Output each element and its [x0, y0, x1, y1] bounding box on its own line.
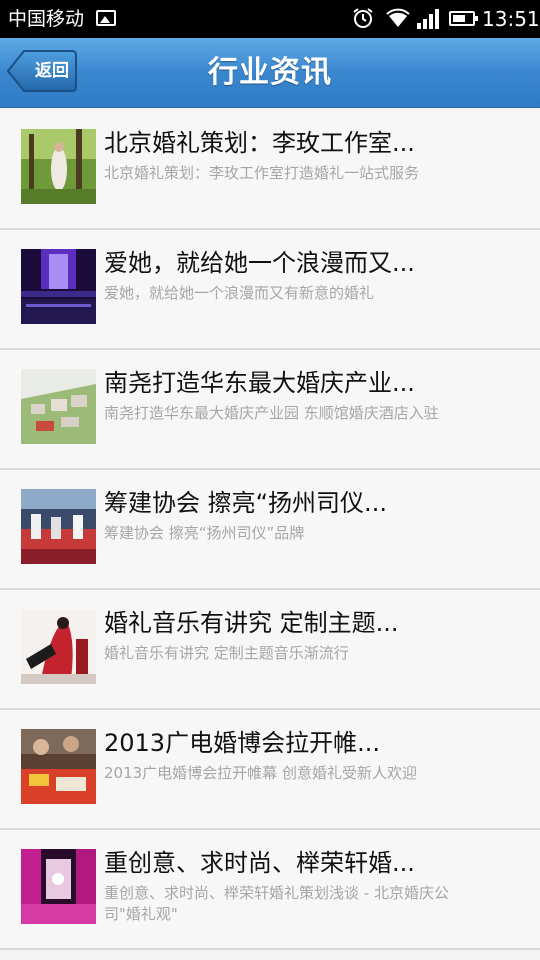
news-thumbnail	[21, 609, 96, 684]
news-summary: 爱她，就给她一个浪漫而又有新意的婚礼	[104, 284, 375, 302]
news-thumbnail	[21, 849, 96, 924]
list-item[interactable]: 爱她，就给她一个浪漫而又... 爱她，就给她一个浪漫而又有新意的婚礼	[0, 230, 540, 350]
news-title: 爱她，就给她一个浪漫而又...	[104, 249, 415, 277]
news-title: 重创意、求时尚、榉荣轩婚...	[104, 849, 415, 877]
news-summary: 重创意、求时尚、榉荣轩婚礼策划浅谈 - 北京婚庆公司"婚礼观"	[104, 884, 449, 923]
news-summary: 南尧打造华东最大婚庆产业园 东顺馆婚庆酒店入驻	[104, 404, 439, 422]
app-header: 返回 行业资讯	[0, 38, 540, 108]
news-title: 筹建协会 擦亮“扬州司仪...	[104, 489, 387, 517]
news-title: 南尧打造华东最大婚庆产业...	[104, 369, 415, 397]
image-notification-icon	[96, 10, 116, 26]
list-item[interactable]: 重创意、求时尚、榉荣轩婚... 重创意、求时尚、榉荣轩婚礼策划浅谈 - 北京婚庆…	[0, 830, 540, 950]
news-thumbnail	[21, 129, 96, 204]
alarm-icon	[353, 8, 373, 28]
news-summary: 北京婚礼策划：李玫工作室打造婚礼一站式服务	[104, 164, 420, 182]
news-thumbnail	[21, 489, 96, 564]
list-item[interactable]: 婚礼音乐有讲究 定制主题... 婚礼音乐有讲究 定制主题音乐渐流行	[0, 590, 540, 710]
carrier-name: 中国移动	[8, 8, 85, 30]
news-title: 2013广电婚博会拉开帷...	[104, 729, 380, 757]
news-list: 北京婚礼策划：李玫工作室... 北京婚礼策划：李玫工作室打造婚礼一站式服务 爱她…	[0, 110, 540, 950]
news-summary: 2013广电婚博会拉开帷幕 创意婚礼受新人欢迎	[104, 764, 417, 782]
list-item[interactable]: 2013广电婚博会拉开帷... 2013广电婚博会拉开帷幕 创意婚礼受新人欢迎	[0, 710, 540, 830]
news-title: 北京婚礼策划：李玫工作室...	[104, 129, 415, 157]
list-item[interactable]: 筹建协会 擦亮“扬州司仪... 筹建协会 擦亮“扬州司仪”品牌	[0, 470, 540, 590]
news-title: 婚礼音乐有讲究 定制主题...	[104, 609, 399, 637]
news-thumbnail	[21, 729, 96, 804]
clock: 13:51	[482, 7, 540, 31]
news-thumbnail	[21, 369, 96, 444]
news-summary: 婚礼音乐有讲究 定制主题音乐渐流行	[104, 644, 349, 662]
news-summary: 筹建协会 擦亮“扬州司仪”品牌	[104, 524, 305, 542]
page-title: 行业资讯	[208, 55, 332, 90]
news-thumbnail	[21, 249, 96, 324]
list-item[interactable]: 南尧打造华东最大婚庆产业... 南尧打造华东最大婚庆产业园 东顺馆婚庆酒店入驻	[0, 350, 540, 470]
signal-icon	[417, 9, 439, 29]
wifi-icon	[386, 8, 410, 27]
status-bar: 中国移动 13:51	[0, 0, 540, 38]
battery-icon	[449, 11, 478, 26]
list-item[interactable]: 北京婚礼策划：李玫工作室... 北京婚礼策划：李玫工作室打造婚礼一站式服务	[0, 110, 540, 230]
